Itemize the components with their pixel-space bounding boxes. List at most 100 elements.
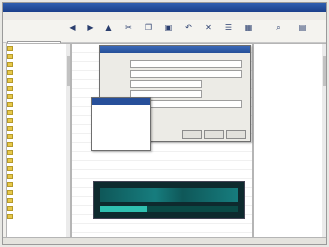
copy-button[interactable]: ❐ bbox=[141, 23, 156, 40]
list-item[interactable] bbox=[72, 161, 252, 170]
detail-row[interactable] bbox=[254, 172, 326, 180]
tree-item[interactable] bbox=[7, 164, 70, 172]
tree-item[interactable] bbox=[7, 148, 70, 156]
folder-icon bbox=[7, 181, 13, 187]
undo-icon: ↶ bbox=[185, 23, 192, 32]
up-icon: ▲ bbox=[105, 23, 112, 32]
delete-button[interactable]: ✕ bbox=[201, 23, 216, 40]
detail-row[interactable] bbox=[254, 204, 326, 212]
detail-row[interactable] bbox=[254, 60, 326, 68]
undo-button[interactable]: ↶ bbox=[181, 23, 196, 40]
detail-row[interactable] bbox=[254, 116, 326, 124]
detail-pane[interactable] bbox=[253, 43, 326, 244]
detail-row[interactable] bbox=[254, 100, 326, 108]
detail-row[interactable] bbox=[254, 92, 326, 100]
back-button[interactable]: ◀ bbox=[65, 23, 80, 40]
scroll-thumb[interactable] bbox=[66, 56, 70, 86]
detail-scrollbar[interactable] bbox=[322, 44, 326, 244]
folder-icon bbox=[7, 61, 13, 67]
tree-item[interactable] bbox=[7, 52, 70, 60]
tree-scrollbar[interactable] bbox=[66, 44, 70, 244]
folder-icon bbox=[7, 197, 13, 203]
folder-icon bbox=[7, 101, 13, 107]
tree-item[interactable] bbox=[7, 60, 70, 68]
folder-tree[interactable] bbox=[6, 43, 71, 244]
cancel-button[interactable] bbox=[204, 130, 224, 139]
detail-row[interactable] bbox=[254, 84, 326, 92]
dialog-field[interactable] bbox=[130, 80, 202, 88]
tree-item[interactable] bbox=[7, 212, 70, 220]
cut-icon: ✂ bbox=[125, 23, 132, 32]
list-item[interactable] bbox=[72, 152, 252, 161]
media-player bbox=[93, 181, 245, 219]
detail-row[interactable] bbox=[254, 180, 326, 188]
properties-icon: ☰ bbox=[224, 23, 233, 32]
calendar-grid bbox=[92, 105, 150, 109]
folder-icon bbox=[7, 45, 13, 51]
tree-item[interactable] bbox=[7, 92, 70, 100]
tree-item[interactable] bbox=[7, 124, 70, 132]
tree-item[interactable] bbox=[7, 116, 70, 124]
list-item[interactable] bbox=[72, 224, 252, 233]
tree-item[interactable] bbox=[7, 132, 70, 140]
detail-row[interactable] bbox=[254, 68, 326, 76]
tree-item[interactable] bbox=[7, 180, 70, 188]
tree-item[interactable] bbox=[7, 156, 70, 164]
progress-bar[interactable] bbox=[100, 206, 238, 212]
detail-row[interactable] bbox=[254, 132, 326, 140]
dialog-field[interactable] bbox=[130, 70, 242, 78]
detail-row[interactable] bbox=[254, 52, 326, 60]
detail-row[interactable] bbox=[254, 148, 326, 156]
ok-button[interactable] bbox=[182, 130, 202, 139]
tree-item[interactable] bbox=[7, 172, 70, 180]
detail-row[interactable] bbox=[254, 108, 326, 116]
detail-row[interactable] bbox=[254, 212, 326, 220]
folder-icon bbox=[7, 93, 13, 99]
folder-icon bbox=[7, 173, 13, 179]
list-item[interactable] bbox=[72, 170, 252, 179]
folder-icon bbox=[7, 125, 13, 131]
apply-button[interactable] bbox=[226, 130, 246, 139]
tree-item[interactable] bbox=[7, 44, 70, 52]
tree-item[interactable] bbox=[7, 76, 70, 84]
tree-item[interactable] bbox=[7, 84, 70, 92]
search-button[interactable]: ⌕ bbox=[271, 23, 286, 40]
copy-icon: ❐ bbox=[144, 23, 153, 32]
tree-item[interactable] bbox=[7, 108, 70, 116]
dialog-field[interactable] bbox=[130, 60, 242, 68]
forward-button[interactable]: ▶ bbox=[83, 23, 98, 40]
detail-row[interactable] bbox=[254, 164, 326, 172]
detail-row[interactable] bbox=[254, 156, 326, 164]
paste-icon: ▣ bbox=[164, 23, 173, 32]
folders-button[interactable]: ▤ bbox=[295, 23, 310, 40]
paste-button[interactable]: ▣ bbox=[161, 23, 176, 40]
folder-icon bbox=[7, 109, 13, 115]
properties-button[interactable]: ☰ bbox=[221, 23, 236, 40]
cut-button[interactable]: ✂ bbox=[121, 23, 136, 40]
status-bar bbox=[3, 237, 326, 244]
detail-row[interactable] bbox=[254, 188, 326, 196]
tree-item[interactable] bbox=[7, 188, 70, 196]
tree-item[interactable] bbox=[7, 204, 70, 212]
tree-item[interactable] bbox=[7, 196, 70, 204]
tree-item[interactable] bbox=[7, 68, 70, 76]
calendar-popup bbox=[91, 97, 151, 151]
folder-icon bbox=[7, 53, 13, 59]
calendar-title bbox=[92, 98, 150, 105]
search-icon: ⌕ bbox=[276, 23, 281, 32]
scroll-thumb[interactable] bbox=[322, 56, 326, 86]
tree-item[interactable] bbox=[7, 140, 70, 148]
dialog-title bbox=[100, 46, 250, 53]
detail-row[interactable] bbox=[254, 140, 326, 148]
up-button[interactable]: ▲ bbox=[101, 23, 116, 40]
folder-icon bbox=[7, 77, 13, 83]
views-button[interactable]: ▦ bbox=[241, 23, 256, 40]
tree-item[interactable] bbox=[7, 100, 70, 108]
application-window: ◀ ▶ ▲ ✂ ❐ ▣ ↶ ✕ ☰ ▦ ⌕ ▤ bbox=[2, 2, 327, 245]
folder-icon bbox=[7, 157, 13, 163]
detail-row[interactable] bbox=[254, 44, 326, 52]
detail-row[interactable] bbox=[254, 124, 326, 132]
waveform-display bbox=[100, 188, 238, 202]
detail-row[interactable] bbox=[254, 196, 326, 204]
detail-row[interactable] bbox=[254, 76, 326, 84]
